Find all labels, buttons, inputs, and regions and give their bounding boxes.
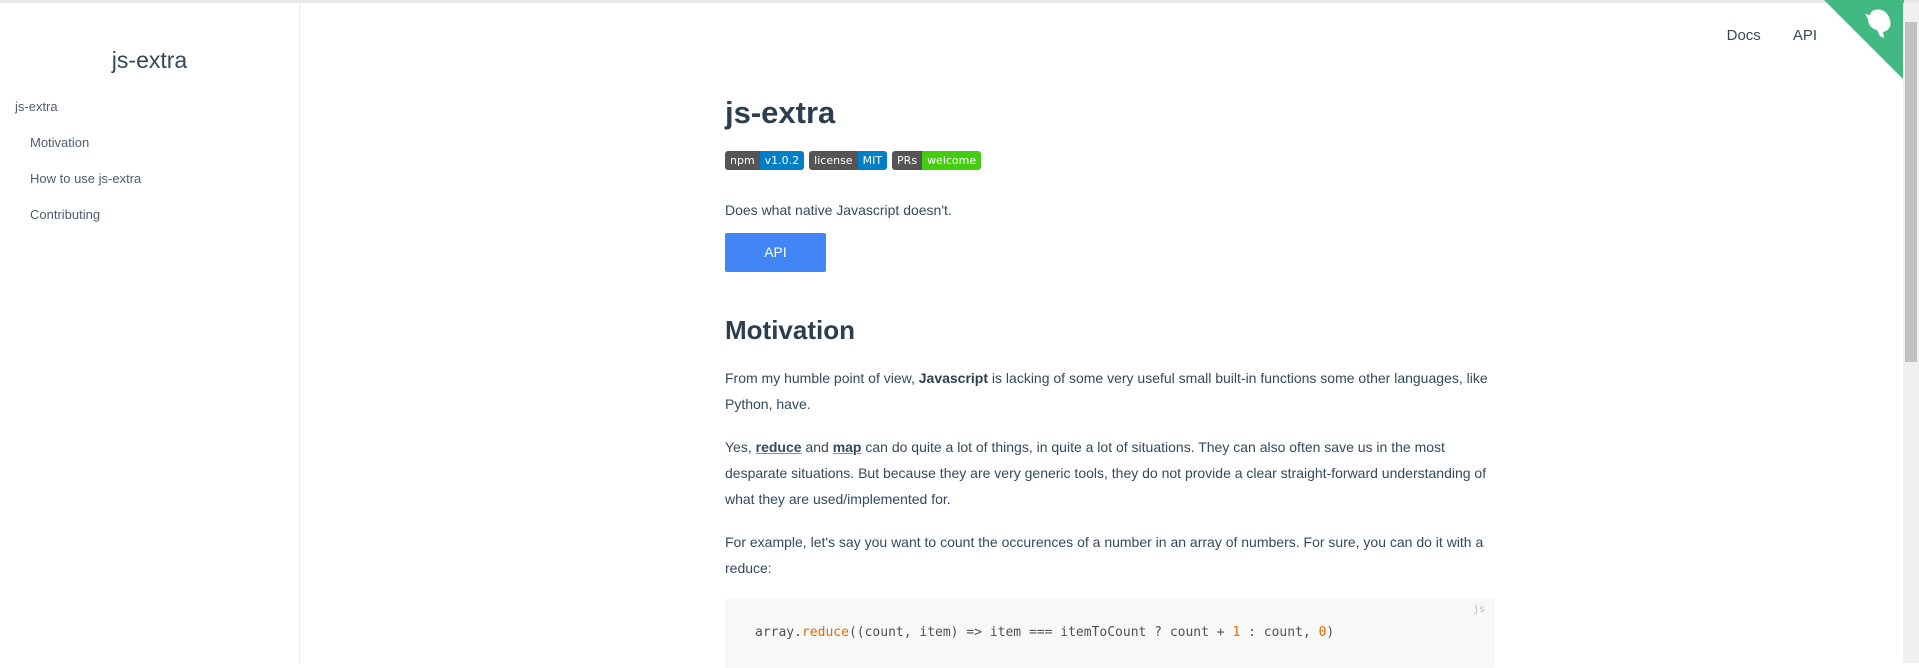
github-corner-icon[interactable] [1824,0,1904,80]
code-language-label: js [1472,604,1485,615]
badge-label: PRs [892,151,923,170]
sidebar-item-js-extra[interactable]: js-extra [0,96,299,132]
code-block: js array.reduce((count, item) => item ==… [725,598,1495,668]
bold-text: Javascript [918,370,989,386]
top-nav: Docs API [1727,27,1817,44]
sidebar-item-motivation[interactable]: Motivation [0,132,299,168]
tagline: Does what native Javascript doesn't. [725,202,952,218]
text: Yes, [725,439,756,455]
prs-welcome-badge[interactable]: PRs welcome [892,151,982,170]
vertical-scrollbar[interactable] [1903,3,1919,663]
badge-row: npm v1.0.2 license MIT PRs welcome [725,151,982,170]
code-token: array. [755,625,802,640]
text: and [801,439,833,455]
api-button[interactable]: API [725,233,826,272]
app-name-link[interactable]: js-extra [0,47,299,74]
sidebar-item-how-to-use[interactable]: How to use js-extra [0,168,299,204]
code-line: array.reduce((count, item) => item === i… [755,625,1334,640]
scrollbar-thumb[interactable] [1905,22,1917,362]
paragraph-3: For example, let's say you want to count… [725,534,1484,576]
nav-api-link[interactable]: API [1793,27,1817,44]
nav-docs-link[interactable]: Docs [1727,27,1761,44]
code-token: : count, [1240,625,1319,640]
code-token: ) [1326,625,1335,640]
paragraph-2: Yes, reduce and map can do quite a lot o… [725,434,1495,512]
badge-value: v1.0.2 [759,151,805,170]
code-token-function: reduce [801,625,849,640]
sidebar-item-contributing[interactable]: Contributing [0,204,299,240]
license-badge[interactable]: license MIT [809,151,888,170]
text: From my humble point of view, [725,370,919,386]
page-title: js-extra [725,95,836,130]
badge-label: npm [725,151,760,170]
map-link[interactable]: map [833,439,862,455]
npm-version-badge[interactable]: npm v1.0.2 [725,151,805,170]
section-heading-motivation: Motivation [725,315,855,345]
code-token: ((count, item) => item === itemToCount ?… [848,625,1233,640]
sidebar: js-extra js-extra Motivation How to use … [0,3,300,663]
badge-label: license [809,151,858,170]
badge-value: MIT [857,151,888,170]
badge-value: welcome [922,151,982,170]
paragraph-1: From my humble point of view, Javascript… [725,365,1495,417]
sidebar-nav: js-extra Motivation How to use js-extra … [0,96,299,240]
reduce-link[interactable]: reduce [756,439,802,455]
